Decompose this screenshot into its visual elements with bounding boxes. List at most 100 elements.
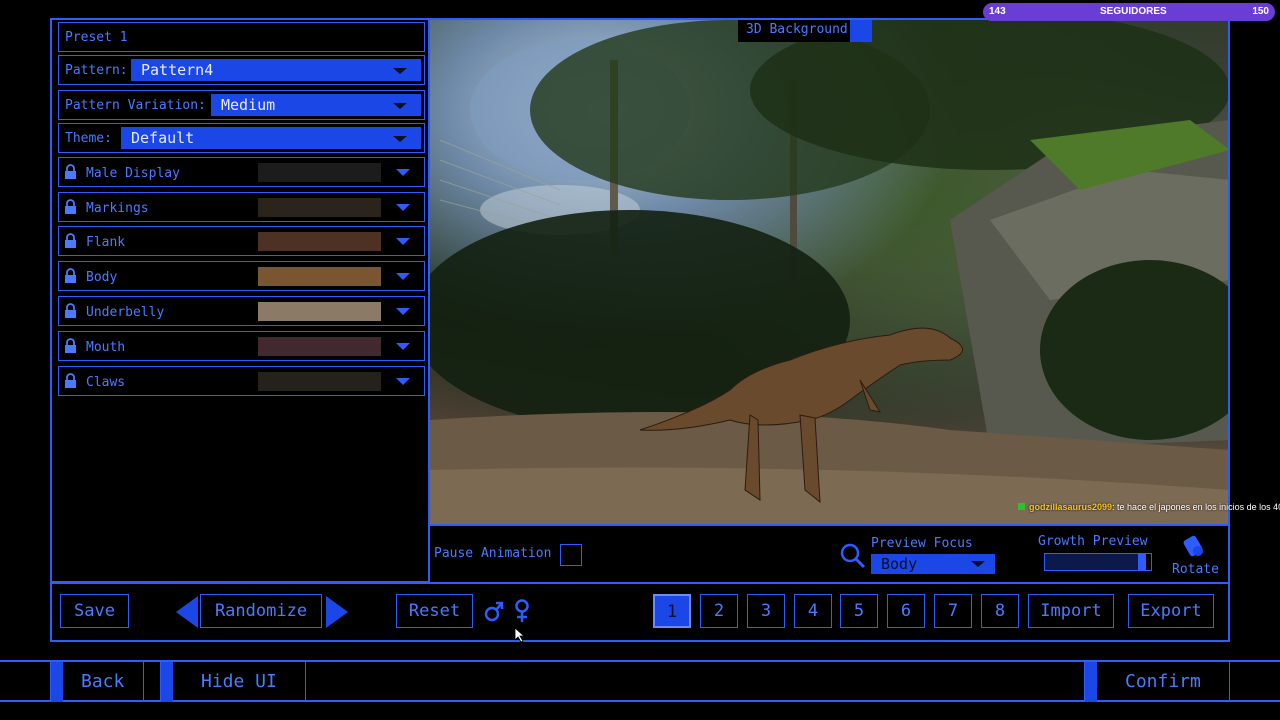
color-swatch[interactable] — [258, 337, 381, 356]
color-swatch[interactable] — [258, 198, 381, 217]
color-region-label: Underbelly — [86, 305, 165, 320]
chevron-down-icon[interactable] — [396, 343, 410, 350]
chevron-down-icon — [393, 136, 407, 142]
theme-label: Theme: — [65, 131, 112, 146]
footer-bar: Back Hide UI Confirm — [0, 660, 1280, 702]
pattern-row: Pattern: Pattern4 — [58, 55, 425, 85]
lock-icon[interactable] — [64, 164, 77, 180]
slider-handle[interactable] — [1138, 553, 1146, 571]
color-swatch[interactable] — [258, 372, 381, 391]
color-swatch[interactable] — [258, 163, 381, 182]
confirm-button[interactable]: Confirm — [1084, 662, 1230, 702]
color-region-label: Markings — [86, 201, 149, 216]
preset-slot-button[interactable]: 1 — [653, 594, 691, 628]
chevron-down-icon[interactable] — [396, 378, 410, 385]
growth-preview-label: Growth Preview — [1038, 534, 1148, 549]
action-bar: Save Randomize Reset 12345678 Import Exp… — [50, 582, 1230, 642]
back-label: Back — [81, 671, 125, 692]
color-region-label: Male Display — [86, 166, 180, 181]
3d-background-toggle[interactable] — [850, 20, 872, 42]
scene-image — [430, 20, 1228, 524]
chevron-down-icon — [971, 561, 985, 567]
color-row: Underbelly — [58, 296, 425, 326]
pattern-variation-dropdown[interactable]: Medium — [211, 94, 421, 116]
rotate-label: Rotate — [1172, 562, 1219, 577]
color-region-label: Claws — [86, 375, 126, 390]
color-swatch[interactable] — [258, 232, 381, 251]
followers-label: SEGUIDORES — [1100, 6, 1167, 17]
preview-focus-dropdown[interactable]: Body — [871, 554, 995, 574]
mouse-cursor-icon — [515, 628, 525, 642]
next-arrow-icon[interactable] — [326, 596, 348, 628]
lock-icon[interactable] — [64, 303, 77, 319]
preset-slot-button[interactable]: 6 — [887, 594, 925, 628]
rotate-icon[interactable] — [1180, 531, 1208, 559]
chevron-down-icon[interactable] — [396, 308, 410, 315]
lock-icon[interactable] — [64, 373, 77, 389]
save-button[interactable]: Save — [60, 594, 129, 628]
hide-ui-label: Hide UI — [201, 671, 277, 692]
chat-message: godzillasaurus2099: te hace el japones e… — [1018, 502, 1280, 512]
theme-row: Theme: Default — [58, 123, 425, 153]
preset-slot-button[interactable]: 2 — [700, 594, 738, 628]
theme-value: Default — [131, 129, 195, 147]
lock-icon[interactable] — [64, 338, 77, 354]
followers-current: 143 — [989, 6, 1006, 17]
color-swatch[interactable] — [258, 267, 381, 286]
color-region-label: Body — [86, 270, 118, 285]
lock-icon[interactable] — [64, 199, 77, 215]
pattern-variation-row: Pattern Variation: Medium — [58, 90, 425, 120]
growth-preview-slider[interactable] — [1044, 553, 1152, 571]
color-region-label: Flank — [86, 235, 126, 250]
preset-slot-button[interactable]: 3 — [747, 594, 785, 628]
preview-controls-bar: Pause Animation Preview Focus Body Growt… — [428, 524, 1230, 584]
pattern-dropdown[interactable]: Pattern4 — [131, 59, 421, 81]
preset-slot-button[interactable]: 5 — [840, 594, 878, 628]
pattern-label: Pattern: — [65, 63, 128, 78]
chevron-down-icon — [393, 68, 407, 74]
color-row: Claws — [58, 366, 425, 396]
chevron-down-icon[interactable] — [396, 204, 410, 211]
magnifier-icon — [840, 543, 866, 569]
preset-slot-button[interactable]: 7 — [934, 594, 972, 628]
chevron-down-icon[interactable] — [396, 169, 410, 176]
pattern-variation-label: Pattern Variation: — [65, 98, 206, 113]
color-row: Markings — [58, 192, 425, 222]
chat-text: : te hace el japones en los inicios de l… — [1112, 502, 1280, 512]
theme-dropdown[interactable]: Default — [121, 127, 421, 149]
pause-animation-checkbox[interactable] — [560, 544, 582, 566]
preset-name: Preset 1 — [65, 30, 128, 45]
hide-ui-button[interactable]: Hide UI — [160, 662, 306, 702]
color-row: Male Display — [58, 157, 425, 187]
preview-focus-label: Preview Focus — [871, 536, 973, 551]
preset-slot-button[interactable]: 4 — [794, 594, 832, 628]
chevron-down-icon[interactable] — [396, 238, 410, 245]
color-row: Flank — [58, 226, 425, 256]
color-row: Body — [58, 261, 425, 291]
reset-button[interactable]: Reset — [396, 594, 473, 628]
female-icon[interactable] — [514, 599, 530, 623]
followers-goal: 150 — [1252, 6, 1269, 17]
confirm-label: Confirm — [1125, 671, 1201, 692]
import-button[interactable]: Import — [1028, 594, 1114, 628]
color-swatch[interactable] — [258, 302, 381, 321]
3d-preview-viewport[interactable]: 3D Background — [428, 18, 1230, 526]
chevron-down-icon[interactable] — [396, 273, 410, 280]
export-button[interactable]: Export — [1128, 594, 1214, 628]
chat-badge-icon — [1018, 503, 1025, 510]
pattern-variation-value: Medium — [221, 96, 276, 114]
preset-name-field[interactable]: Preset 1 — [58, 22, 425, 52]
follower-goal-bar: 143 SEGUIDORES 150 — [983, 3, 1275, 21]
male-icon[interactable] — [484, 600, 504, 622]
preset-slot-button[interactable]: 8 — [981, 594, 1019, 628]
customization-panel: Preset 1 Pattern: Pattern4 Pattern Varia… — [50, 18, 430, 583]
pause-animation-label: Pause Animation — [434, 546, 552, 561]
back-button[interactable]: Back — [50, 662, 144, 702]
previous-arrow-icon[interactable] — [176, 596, 198, 628]
lock-icon[interactable] — [64, 233, 77, 249]
randomize-button[interactable]: Randomize — [200, 594, 322, 628]
lock-icon[interactable] — [64, 268, 77, 284]
preview-focus-value: Body — [881, 555, 918, 573]
color-row: Mouth — [58, 331, 425, 361]
chevron-down-icon — [393, 103, 407, 109]
